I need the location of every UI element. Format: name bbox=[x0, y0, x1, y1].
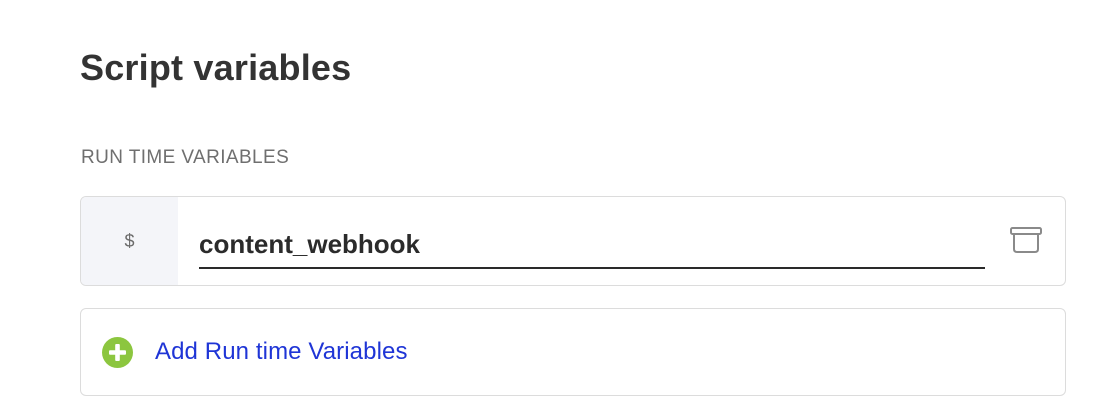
variable-row: $ bbox=[80, 196, 1066, 286]
trash-icon bbox=[1009, 226, 1043, 259]
plus-circle-icon bbox=[102, 336, 133, 368]
add-run-time-variable-label: Add Run time Variables bbox=[155, 338, 408, 365]
script-variables-page: Script variables RUN TIME VARIABLES $ co… bbox=[0, 0, 1116, 412]
variable-name-input[interactable] bbox=[199, 221, 985, 269]
variable-input-wrapper bbox=[178, 197, 1065, 285]
variable-prefix: $ bbox=[81, 197, 178, 285]
section-title: Script variables bbox=[80, 47, 352, 88]
add-run-time-variable-button[interactable]: Add Run time Variables bbox=[80, 308, 1066, 396]
delete-variable-button[interactable] bbox=[1009, 226, 1043, 259]
run-time-variables-label: RUN TIME VARIABLES bbox=[81, 147, 290, 168]
